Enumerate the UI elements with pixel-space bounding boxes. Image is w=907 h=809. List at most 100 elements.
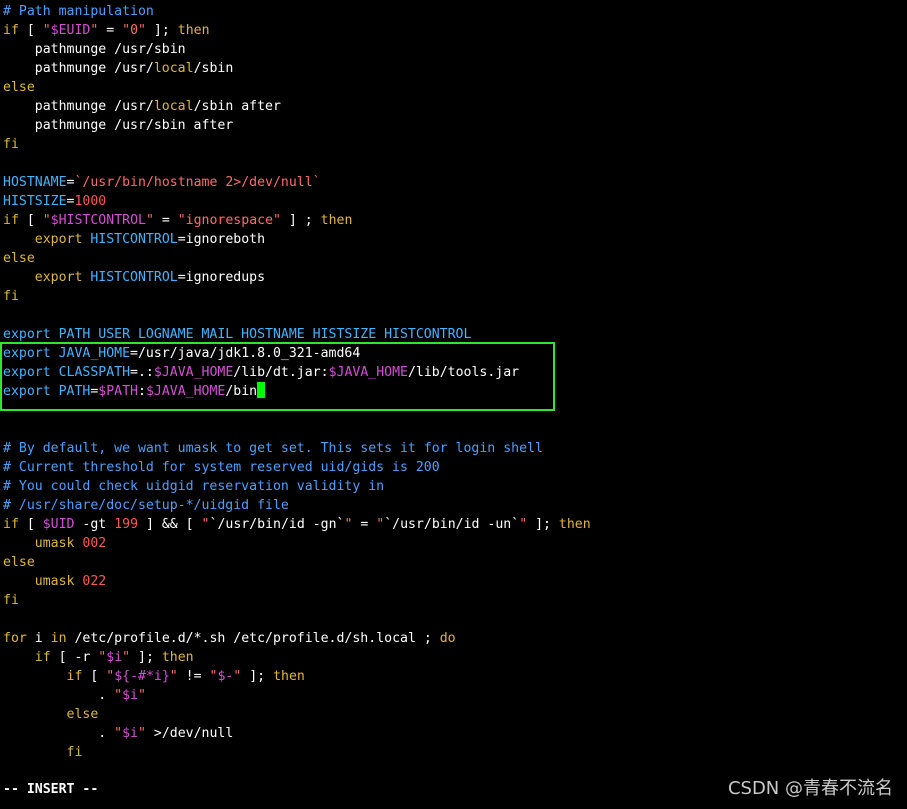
code-token-var: $HISTCONTROL xyxy=(50,213,146,228)
code-token-number: 1000 xyxy=(74,194,107,209)
code-line[interactable]: . "$i" >/dev/null xyxy=(3,724,233,743)
vim-mode-indicator: -- INSERT -- xyxy=(3,782,99,797)
code-token-keyword: do xyxy=(439,631,456,646)
code-token-plain: ] && [ xyxy=(138,517,202,532)
code-token-plain: = xyxy=(352,517,377,532)
code-token-keyword: if xyxy=(3,23,19,38)
code-line[interactable]: # You could check uidgid reservation val… xyxy=(3,477,384,496)
code-token-comment: # You could check uidgid reservation val… xyxy=(3,479,385,494)
code-line[interactable]: pathmunge /usr/sbin xyxy=(3,40,186,59)
code-token-keyword: else xyxy=(66,707,99,722)
code-line[interactable]: umask 002 xyxy=(3,534,106,553)
code-line[interactable]: # Path manipulation xyxy=(3,2,154,21)
code-token-plain: . xyxy=(3,726,115,741)
code-token-comment: # Path manipulation xyxy=(3,4,154,19)
code-token-plain: i xyxy=(26,631,51,646)
code-token-keyword: else xyxy=(3,251,35,266)
code-token-plain: ]; xyxy=(145,23,178,38)
code-token-keyword: export xyxy=(34,270,83,285)
code-line[interactable]: # /usr/share/doc/setup-*/uidgid file xyxy=(3,496,289,515)
code-line[interactable]: else xyxy=(3,78,35,97)
code-token-string: `/usr/bin/hostname 2>/dev/null` xyxy=(74,175,321,190)
csdn-watermark: CSDN @青春不流名 xyxy=(727,778,893,799)
code-line[interactable]: export JAVA_HOME=/usr/java/jdk1.8.0_321-… xyxy=(3,344,360,363)
code-line[interactable]: else xyxy=(3,705,99,724)
code-line[interactable]: pathmunge /usr/sbin after xyxy=(3,116,234,135)
code-token-keyword: then xyxy=(273,669,305,684)
code-line[interactable]: . "$i" xyxy=(3,686,146,705)
code-token-plain: =ignoredups xyxy=(177,270,266,285)
code-token-keyword: else xyxy=(3,80,35,95)
code-line[interactable]: export CLASSPATH=.:$JAVA_HOME/lib/dt.jar… xyxy=(3,363,519,382)
code-line[interactable]: # By default, we want umask to get set. … xyxy=(3,439,543,458)
code-token-keyword: if xyxy=(34,650,51,665)
code-token-keyword: fi xyxy=(3,289,19,304)
code-token-keyword: fi xyxy=(3,593,19,608)
code-line[interactable]: else xyxy=(3,553,35,572)
code-line[interactable]: fi xyxy=(3,591,19,610)
code-token-string: " xyxy=(122,650,131,665)
code-line[interactable]: fi xyxy=(3,743,83,762)
code-token-var: $i xyxy=(122,688,138,703)
code-token-string: " xyxy=(169,669,178,684)
code-token-plain: /lib/tools.jar xyxy=(407,365,520,380)
code-line[interactable]: fi xyxy=(3,287,19,306)
code-token-var: ${-#*i} xyxy=(114,669,170,684)
code-token-plain: `/usr/bin/id -un` xyxy=(384,517,520,532)
code-token-ident: HISTCONTROL xyxy=(90,270,178,285)
code-line[interactable]: # Current threshold for system reserved … xyxy=(3,458,440,477)
code-token-var: $PATH xyxy=(98,384,138,399)
code-line[interactable]: if [ "$EUID" = "0" ]; then xyxy=(3,21,210,40)
code-token-plain: pathmunge /usr/sbin after xyxy=(3,118,234,133)
code-token-plain: =/usr/java/jdk1.8.0_321-amd64 xyxy=(130,346,361,361)
code-token-plain: : xyxy=(138,384,146,399)
code-token-keyword: then xyxy=(320,213,353,228)
code-token-keyword: export xyxy=(34,232,83,247)
code-line[interactable]: if [ $UID -gt 199 ] && [ "`/usr/bin/id -… xyxy=(3,515,591,534)
code-line[interactable]: export HISTCONTROL=ignoredups xyxy=(3,268,265,287)
code-line[interactable]: if [ "${-#*i}" != "$-" ]; then xyxy=(3,667,305,686)
code-token-ident: export PATH USER LOGNAME MAIL HOSTNAME H… xyxy=(3,327,472,342)
code-token-plain: ]; xyxy=(527,517,559,532)
code-line[interactable]: export PATH=$PATH:$JAVA_HOME/bin xyxy=(3,382,266,401)
code-line[interactable]: for i in /etc/profile.d/*.sh /etc/profil… xyxy=(3,629,456,648)
text-cursor xyxy=(257,382,266,398)
code-token-string: " xyxy=(138,726,146,741)
code-token-number: 199 xyxy=(114,517,139,532)
code-token-keyword: if xyxy=(3,517,19,532)
code-token-keyword: local xyxy=(153,61,194,76)
code-token-comment: # By default, we want umask to get set. … xyxy=(3,441,543,456)
code-line[interactable]: HISTSIZE=1000 xyxy=(3,192,106,211)
code-line[interactable]: pathmunge /usr/local/sbin after xyxy=(3,97,281,116)
code-line[interactable]: if [ "$HISTCONTROL" = "ignorespace" ] ; … xyxy=(3,211,352,230)
vim-editor[interactable]: # Path manipulation if [ "$EUID" = "0" ];… xyxy=(0,0,907,809)
code-token-comment: # Current threshold for system reserved … xyxy=(3,460,440,475)
code-token-string: " xyxy=(201,517,210,532)
code-token-number: 022 xyxy=(82,574,107,589)
code-line[interactable]: if [ -r "$i" ]; then xyxy=(3,648,194,667)
code-token-ident: HOSTNAME xyxy=(3,175,67,190)
code-token-comment: # /usr/share/doc/setup-*/uidgid file xyxy=(3,498,289,513)
code-token-number: 002 xyxy=(82,536,107,551)
code-line[interactable]: export PATH USER LOGNAME MAIL HOSTNAME H… xyxy=(3,325,471,344)
code-line[interactable]: fi xyxy=(3,135,19,154)
code-line[interactable]: pathmunge /usr/local/sbin xyxy=(3,59,234,78)
code-token-string: " xyxy=(519,517,528,532)
code-token-ident: export JAVA_HOME xyxy=(3,346,131,361)
code-token-var: $- xyxy=(217,669,234,684)
code-token-keyword: then xyxy=(558,517,591,532)
code-line[interactable]: HOSTNAME=`/usr/bin/hostname 2>/dev/null` xyxy=(3,173,321,192)
code-token-var: $JAVA_HOME xyxy=(328,365,408,380)
code-line[interactable]: else xyxy=(3,249,35,268)
code-line[interactable]: umask 022 xyxy=(3,572,106,591)
code-token-string: "ignorespace" xyxy=(177,213,281,228)
code-token-plain: =.: xyxy=(130,365,154,380)
code-token-keyword: fi xyxy=(66,745,83,760)
code-token-plain: /sbin xyxy=(193,61,234,76)
code-line[interactable]: export HISTCONTROL=ignoreboth xyxy=(3,230,265,249)
code-token-plain: pathmunge /usr/sbin xyxy=(3,42,186,57)
